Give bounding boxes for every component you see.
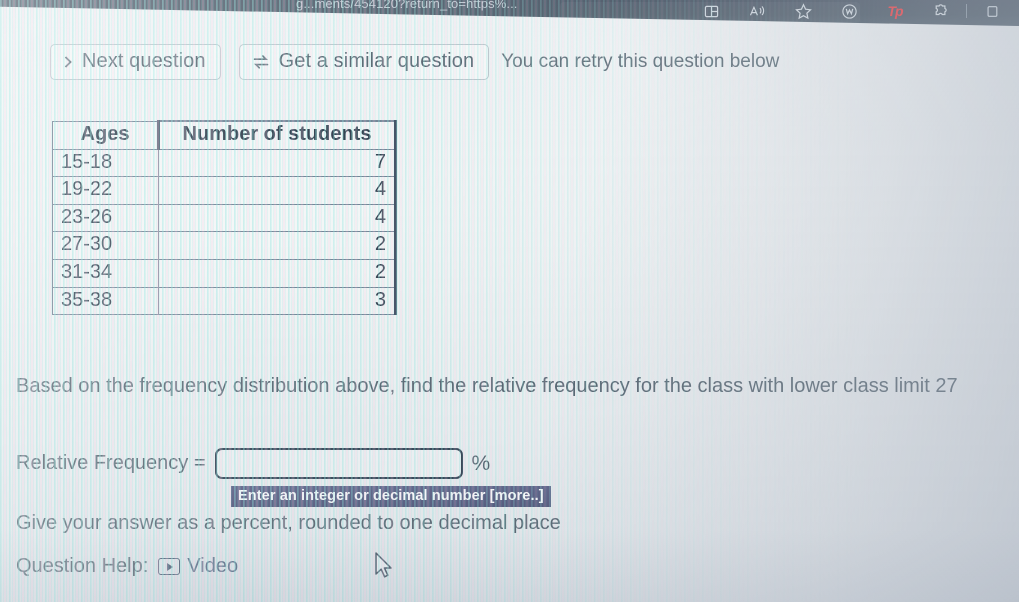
browser-screenshot: g...ments/454120?return_to=https%... Tp …	[0, 0, 1019, 602]
next-question-label: Next question	[82, 50, 206, 72]
favorites-star-icon[interactable]	[780, 0, 826, 22]
cell-ages: 15-18	[52, 148, 159, 178]
question-actions-bar: Next question Get a similar question You…	[50, 44, 779, 80]
address-bar-url[interactable]: g...ments/454120?return_to=https%...	[296, 0, 518, 11]
cell-count: 7	[158, 148, 397, 178]
play-video-icon	[158, 558, 181, 575]
next-question-button[interactable]: Next question	[50, 44, 221, 80]
table-header-row: Ages Number of students	[52, 119, 397, 150]
table-row: 31-34 2	[52, 258, 397, 288]
get-similar-question-button[interactable]: Get a similar question	[238, 44, 490, 80]
read-aloud-icon[interactable]	[734, 0, 780, 22]
table-row: 35-38 3	[52, 286, 397, 316]
rounding-instruction: Give your answer as a percent, rounded t…	[16, 512, 561, 534]
puzzle-extensions-icon[interactable]	[918, 0, 964, 22]
column-header-ages: Ages	[52, 120, 159, 150]
table-row: 15-18 7	[52, 148, 397, 178]
question-help-row: Question Help: Video	[16, 555, 238, 578]
swap-arrows-icon	[251, 53, 271, 71]
workspaces-icon[interactable]	[826, 0, 872, 22]
cell-ages: 19-22	[52, 176, 159, 205]
chevron-right-icon	[62, 54, 74, 70]
table-row: 27-30 2	[52, 231, 397, 260]
toolbar-divider	[966, 4, 967, 18]
table-row: 23-26 4	[52, 203, 397, 233]
input-format-tooltip: Enter an integer or decimal number [more…	[231, 486, 551, 507]
answer-entry-row: Relative Frequency = %	[16, 448, 490, 479]
split-screen-icon[interactable]	[688, 0, 734, 22]
video-link-label: Video	[187, 555, 239, 577]
cell-ages: 27-30	[52, 231, 159, 260]
answer-label: Relative Frequency =	[16, 452, 206, 474]
get-similar-question-label: Get a similar question	[278, 50, 475, 72]
table-row: 19-22 4	[52, 176, 397, 205]
toolbar-icon-group: Tp	[688, 0, 1015, 22]
column-header-count: Number of students	[157, 119, 397, 150]
extension-tp-icon[interactable]: Tp	[872, 0, 918, 22]
question-prompt: Based on the frequency distribution abov…	[16, 375, 958, 397]
cell-ages: 35-38	[52, 286, 159, 316]
collections-icon[interactable]	[969, 0, 1015, 22]
video-help-link[interactable]: Video	[158, 555, 238, 578]
cell-ages: 31-34	[52, 258, 159, 288]
table-body: 15-18 7 19-22 4 23-26 4 27-30 2 31-34 2 …	[52, 148, 397, 316]
cell-ages: 23-26	[52, 203, 159, 233]
cell-count: 3	[158, 286, 397, 316]
cell-count: 4	[158, 176, 397, 205]
cell-count: 4	[158, 203, 397, 233]
question-help-label: Question Help:	[16, 555, 149, 577]
retry-note: You can retry this question below	[501, 51, 780, 72]
frequency-distribution-table: Ages Number of students 15-18 7 19-22 4 …	[52, 119, 397, 316]
percent-sign: %	[471, 451, 491, 475]
relative-frequency-input[interactable]	[214, 448, 463, 479]
cell-count: 2	[158, 258, 397, 288]
cell-count: 2	[158, 231, 397, 260]
